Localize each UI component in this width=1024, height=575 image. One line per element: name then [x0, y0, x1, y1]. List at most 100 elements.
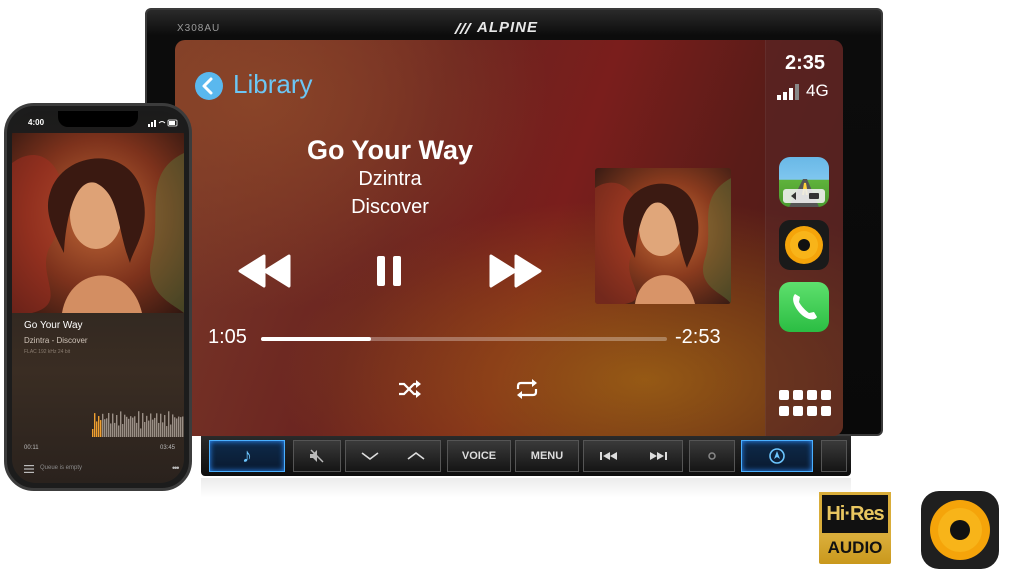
shuffle-button[interactable]	[397, 379, 423, 399]
phone-song-title: Go Your Way	[24, 320, 83, 331]
brand-logo: ALPINE	[477, 19, 539, 36]
phone-elapsed-time: 00:11	[24, 445, 39, 451]
waveform-bar	[158, 422, 160, 437]
waveform-seek-bar[interactable]	[92, 407, 184, 437]
phone-duration: 03:45	[160, 445, 176, 451]
waveform-bar	[124, 414, 126, 437]
waveform-bar	[128, 418, 130, 437]
nav-icon	[769, 448, 785, 464]
network-label: 4G	[806, 81, 829, 100]
model-label: X308AU	[177, 23, 221, 34]
head-unit-bezel: X308AU ALPINE Library Go Your Way Dzintr…	[145, 8, 883, 436]
pause-button[interactable]	[375, 254, 403, 288]
phone-app-icon[interactable]	[779, 282, 829, 332]
waveform-bar	[164, 415, 166, 437]
phone-handset-icon	[793, 294, 817, 320]
maps-app-icon	[783, 179, 825, 207]
hires-badge-top: Hi·Res	[819, 492, 891, 536]
prev-track-icon	[599, 452, 617, 460]
waveform-bar	[166, 426, 168, 437]
chevron-down-icon	[361, 452, 379, 460]
music-app-icon[interactable]	[779, 220, 829, 270]
waveform-bar	[126, 416, 128, 437]
waveform-bar	[94, 413, 96, 437]
maps-app-icon[interactable]	[779, 157, 829, 207]
vinyl-icon	[785, 226, 823, 264]
waveform-bar	[132, 417, 134, 437]
phone-notch	[58, 111, 138, 127]
waveform-bar	[112, 413, 114, 437]
mute-icon	[310, 449, 324, 463]
phone-screen: 4:00 Go Your Way Dzintra - Discover FLAC…	[12, 111, 184, 483]
status-time: 2:35	[784, 52, 826, 74]
fast-forward-button[interactable]	[488, 254, 542, 288]
waveform-bar	[136, 422, 138, 437]
waveform-bar	[114, 422, 116, 437]
music-hw-button[interactable]: ♪	[209, 440, 285, 472]
button-reflection	[201, 478, 851, 498]
smartphone: 4:00 Go Your Way Dzintra - Discover FLAC…	[4, 103, 192, 491]
waveform-bar	[174, 417, 176, 437]
phone-status-icons	[148, 119, 178, 127]
waveform-bar	[106, 418, 108, 437]
waveform-bar	[154, 417, 156, 437]
waveform-bar	[140, 428, 142, 437]
hardware-button-row: ♪ VOICE MENU	[201, 436, 851, 476]
carplay-screen: Library Go Your Way Dzintra Discover 1:0…	[175, 40, 843, 436]
waveform-bar	[182, 416, 184, 437]
chevron-left-icon	[202, 77, 213, 95]
waveform-bar	[104, 419, 106, 437]
waveform-bar	[102, 413, 104, 437]
power-hw-button[interactable]	[689, 440, 735, 472]
nav-hw-button[interactable]	[741, 440, 813, 472]
phone-song-subtitle: Dzintra - Discover	[24, 336, 88, 345]
repeat-button[interactable]	[515, 379, 539, 399]
waveform-bar	[142, 413, 144, 437]
waveform-bar	[98, 416, 100, 437]
queue-status: Queue is empty	[40, 465, 83, 471]
album-art	[595, 168, 731, 304]
elapsed-time: 1:05	[208, 326, 247, 348]
waveform-bar	[108, 412, 110, 437]
waveform-bar	[138, 411, 140, 437]
progress-bar[interactable]	[261, 337, 667, 341]
back-button[interactable]	[195, 72, 223, 100]
waveform-bar	[178, 416, 180, 437]
waveform-bar	[134, 416, 136, 437]
eject-hw-button[interactable]	[821, 440, 847, 472]
phone-format-label: FLAC 192 kHz 24 bit	[24, 349, 71, 355]
music-note-icon: ♪	[242, 444, 252, 467]
next-track-icon	[649, 452, 667, 460]
phone-status-time: 4:00	[28, 118, 45, 127]
waveform-bar	[150, 413, 152, 437]
music-app-badge-icon	[921, 491, 999, 569]
voice-hw-button[interactable]: VOICE	[447, 440, 511, 472]
hires-audio-badge: Hi·Res AUDIO	[819, 492, 891, 564]
song-artist: Dzintra	[358, 168, 422, 190]
dot-icon	[708, 452, 716, 460]
waveform-bar	[118, 425, 120, 437]
waveform-bar	[130, 416, 132, 437]
waveform-bar	[148, 420, 150, 437]
waveform-bar	[120, 411, 122, 437]
waveform-bar	[156, 413, 158, 437]
menu-icon[interactable]	[24, 465, 34, 473]
app-grid-icon[interactable]	[779, 390, 831, 418]
waveform-bar	[172, 414, 174, 437]
hires-badge-bottom: AUDIO	[827, 538, 883, 557]
rewind-button[interactable]	[238, 254, 292, 288]
track-hw-button[interactable]	[583, 440, 683, 472]
waveform-bar	[180, 417, 182, 437]
up-down-hw-button[interactable]	[345, 440, 441, 472]
waveform-bar	[152, 419, 154, 437]
library-back-link[interactable]: Library	[233, 69, 312, 100]
menu-hw-button[interactable]: MENU	[515, 440, 579, 472]
more-icon[interactable]: •••	[172, 463, 180, 473]
waveform-bar	[122, 423, 124, 437]
mute-hw-button[interactable]	[293, 440, 341, 472]
remaining-time: -2:53	[675, 326, 721, 348]
waveform-bar	[170, 424, 172, 437]
waveform-bar	[176, 418, 178, 437]
waveform-bar	[92, 429, 94, 437]
song-title: Go Your Way	[306, 135, 474, 165]
